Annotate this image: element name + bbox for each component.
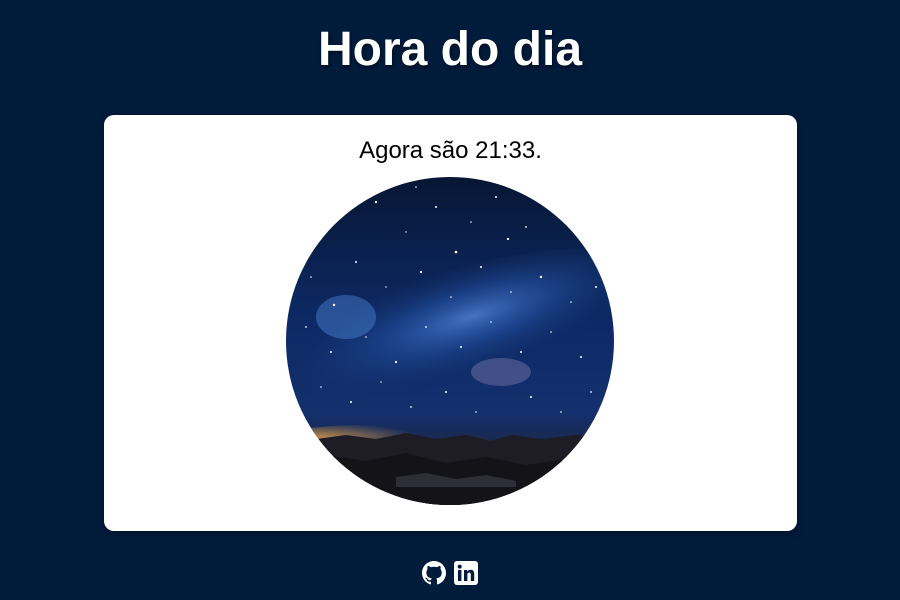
github-icon — [422, 561, 446, 585]
github-link[interactable] — [422, 561, 446, 585]
footer-links — [0, 560, 900, 586]
linkedin-link[interactable] — [454, 561, 478, 585]
night-sky-image — [286, 177, 614, 505]
time-card: Agora são 21:33. — [104, 115, 797, 531]
page-title: Hora do dia — [317, 23, 583, 76]
linkedin-icon — [454, 561, 478, 585]
current-time-text: Agora são 21:33. — [359, 137, 542, 164]
